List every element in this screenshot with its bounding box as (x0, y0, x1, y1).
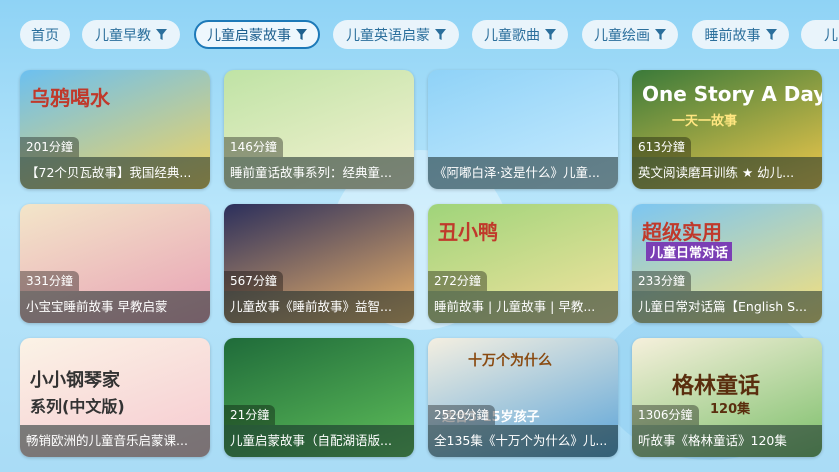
duration-badge: 2520分鐘 (428, 405, 495, 425)
video-card[interactable]: 格林童话 120集 1306分鐘 听故事《格林童话》120集 (632, 338, 822, 457)
tab-0[interactable]: 首页 (20, 20, 70, 49)
video-title: 儿童故事《睡前故事》益智... (224, 291, 414, 323)
video-title: 睡前故事 | 儿童故事 | 早教... (428, 291, 618, 323)
video-card[interactable]: 乌鸦喝水 201分鐘 【72个贝瓦故事】我国经典... (20, 70, 210, 189)
video-title: 【72个贝瓦故事】我国经典... (20, 157, 210, 189)
thumbnail-subtitle-text: 一天一故事 (672, 114, 738, 129)
video-card[interactable]: 567分鐘 儿童故事《睡前故事》益智... (224, 204, 414, 323)
tab-label: 儿童歌曲 (484, 27, 540, 44)
duration-badge: 567分鐘 (224, 271, 283, 291)
video-title: 畅销欧洲的儿童音乐启蒙课... (20, 425, 210, 457)
tab-label: 睡前故事 (704, 27, 761, 44)
video-card[interactable]: One Story A Day 一天一故事 613分鐘 英文阅读磨耳训练 ★ 幼儿..… (632, 70, 822, 189)
tab-6[interactable]: 睡前故事 (692, 20, 789, 49)
category-tabs: 首页 儿童早教 儿童启蒙故事 儿童英语启蒙 儿童歌曲 儿童绘画 睡前故事 儿 (0, 20, 839, 50)
video-title: 小宝宝睡前故事 早教启蒙 (20, 291, 210, 323)
thumbnail-subtitle-text: 120集 (710, 402, 751, 417)
thumbnail-title-text: 十万个为什么 (468, 353, 552, 369)
tab-7[interactable]: 儿 (801, 20, 839, 49)
duration-badge: 1306分鐘 (632, 405, 699, 425)
filter-icon (545, 29, 556, 40)
video-title: 儿童启蒙故事（自配湖语版... (224, 425, 414, 457)
video-card[interactable]: 331分鐘 小宝宝睡前故事 早教启蒙 (20, 204, 210, 323)
video-title: 英文阅读磨耳训练 ★ 幼儿... (632, 157, 822, 189)
tab-label: 儿童启蒙故事 (207, 27, 291, 44)
tab-4[interactable]: 儿童歌曲 (472, 20, 568, 49)
filter-icon (296, 29, 307, 40)
thumbnail-subtitle-text: 儿童日常对话 (646, 242, 733, 261)
thumbnail-title-text: 丑小鸭 (438, 220, 498, 244)
thumbnail-title-text: 格林童话 (672, 374, 761, 399)
tab-5[interactable]: 儿童绘画 (582, 20, 678, 49)
filter-icon (765, 29, 777, 40)
filter-icon (655, 29, 666, 40)
filter-icon (156, 29, 167, 40)
video-card[interactable]: 丑小鸭 272分鐘 睡前故事 | 儿童故事 | 早教... (428, 204, 618, 323)
thumbnail-title-text: One Story A Day (642, 82, 822, 106)
video-card[interactable]: 十万个为什么 适合3-15岁孩子 2520分鐘 全135集《十万个为什么》儿... (428, 338, 618, 457)
tab-label: 儿童英语启蒙 (346, 27, 430, 44)
video-card[interactable]: 21分鐘 儿童启蒙故事（自配湖语版... (224, 338, 414, 457)
tab-label: 首页 (31, 27, 59, 44)
video-title: 《阿嘟白泽·这是什么》儿童... (428, 157, 618, 189)
duration-badge: 272分鐘 (428, 271, 487, 291)
tab-1[interactable]: 儿童早教 (82, 20, 180, 49)
video-card[interactable]: 《阿嘟白泽·这是什么》儿童... (428, 70, 618, 189)
tab-3[interactable]: 儿童英语启蒙 (333, 20, 459, 49)
duration-badge: 21分鐘 (224, 405, 276, 425)
video-card[interactable]: 小小钢琴家系列(中文版) 畅销欧洲的儿童音乐启蒙课... (20, 338, 210, 457)
video-title: 儿童日常对话篇【English S... (632, 291, 822, 323)
thumbnail-title-text: 乌鸦喝水 (30, 86, 110, 110)
thumbnail-title-text: 超级实用 (642, 220, 722, 244)
video-title: 睡前童话故事系列：经典童... (224, 157, 414, 189)
duration-badge: 201分鐘 (20, 137, 79, 157)
duration-badge: 233分鐘 (632, 271, 691, 291)
video-title: 全135集《十万个为什么》儿... (428, 425, 618, 457)
duration-badge: 613分鐘 (632, 137, 691, 157)
video-card[interactable]: 超级实用 儿童日常对话 233分鐘 儿童日常对话篇【English S... (632, 204, 822, 323)
tab-label: 儿童早教 (95, 27, 151, 44)
thumbnail-subtitle-text: 系列(中文版) (30, 397, 125, 416)
tab-2[interactable]: 儿童启蒙故事 (194, 20, 320, 49)
duration-badge: 331分鐘 (20, 271, 79, 291)
filter-icon (435, 29, 446, 40)
thumbnail-title-text: 小小钢琴家 (30, 370, 120, 391)
video-card[interactable]: 146分鐘 睡前童话故事系列：经典童... (224, 70, 414, 189)
video-title: 听故事《格林童话》120集 (632, 425, 822, 457)
duration-badge: 146分鐘 (224, 137, 283, 157)
tab-label: 儿 (824, 27, 838, 44)
tab-label: 儿童绘画 (594, 27, 650, 44)
